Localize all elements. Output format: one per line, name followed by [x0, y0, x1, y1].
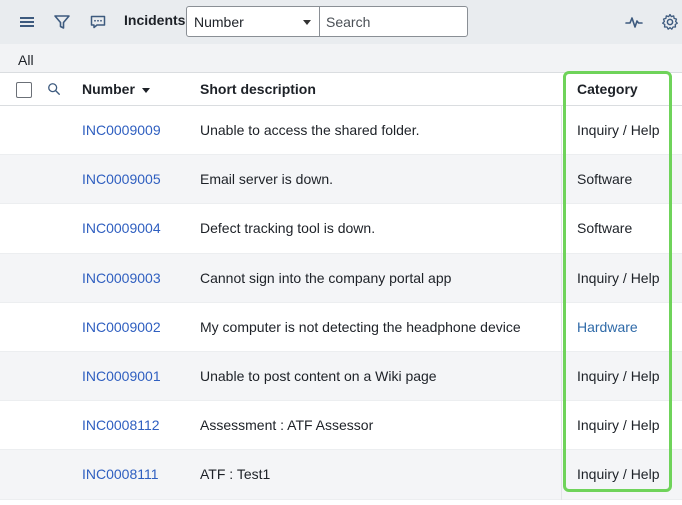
- category-cell: Inquiry / Help: [577, 367, 660, 384]
- dropdown-caret-icon: [303, 20, 311, 25]
- hamburger-menu-icon[interactable]: [17, 12, 37, 32]
- short-description-cell: Email server is down.: [200, 171, 334, 188]
- category-cell: Software: [577, 171, 633, 188]
- incident-number-link[interactable]: INC0008112: [82, 417, 160, 433]
- incident-number-link[interactable]: INC0009004: [82, 220, 161, 236]
- short-description-cell: Cannot sign into the company portal app: [200, 269, 452, 286]
- chat-icon[interactable]: [88, 12, 108, 32]
- select-all-checkbox[interactable]: [16, 82, 32, 98]
- table-row: INC0009003 Cannot sign into the company …: [0, 253, 682, 303]
- short-description-cell: ATF : Test1: [200, 466, 271, 483]
- sort-descending-icon: [141, 87, 150, 93]
- category-cell: Inquiry / Help: [577, 417, 660, 434]
- list-title: Incidents: [124, 12, 186, 28]
- breadcrumb: All: [0, 44, 682, 73]
- column-header-category[interactable]: Category: [577, 81, 638, 97]
- table-row: INC0009002 My computer is not detecting …: [0, 303, 682, 352]
- breadcrumb-all[interactable]: All: [18, 52, 34, 68]
- search-input[interactable]: [319, 6, 468, 37]
- incident-number-link[interactable]: INC0009003: [82, 270, 161, 286]
- short-description-cell: Unable to post content on a Wiki page: [200, 367, 437, 384]
- table-row: INC0008111 ATF : Test1 Inquiry / Help: [0, 450, 682, 500]
- gear-icon[interactable]: [660, 12, 680, 32]
- category-cell: Inquiry / Help: [577, 122, 660, 138]
- category-cell: Software: [577, 220, 633, 237]
- filter-icon[interactable]: [52, 12, 72, 32]
- category-cell: Inquiry / Help: [577, 466, 660, 483]
- column-header-short-description[interactable]: Short description: [200, 81, 316, 97]
- incident-number-link[interactable]: INC0009002: [82, 319, 161, 335]
- list-toolbar: Incidents Number: [0, 0, 682, 44]
- table-row: INC0009009 Unable to access the shared f…: [0, 106, 682, 156]
- table-row: INC0009001 Unable to post content on a W…: [0, 351, 682, 402]
- column-header-number-label: Number: [82, 81, 135, 97]
- category-cell: Inquiry / Help: [577, 269, 660, 286]
- table-row: INC0009005 Email server is down. Softwar…: [0, 155, 682, 205]
- short-description-cell: Unable to access the shared folder.: [200, 122, 420, 138]
- column-header-number[interactable]: Number: [82, 81, 150, 97]
- field-select-value: Number: [194, 14, 244, 30]
- short-description-cell: Defect tracking tool is down.: [200, 220, 376, 237]
- table-body: INC0009009 Unable to access the shared f…: [0, 106, 682, 500]
- field-select[interactable]: Number: [186, 6, 320, 37]
- short-description-cell: My computer is not detecting the headpho…: [200, 318, 521, 335]
- category-cell-link[interactable]: Hardware: [577, 319, 638, 335]
- table-row: INC0008112 Assessment : ATF Assessor Inq…: [0, 401, 682, 451]
- incident-number-link[interactable]: INC0009001: [82, 368, 161, 384]
- short-description-cell: Assessment : ATF Assessor: [200, 417, 374, 434]
- table-header: Number Short description Category: [0, 73, 682, 106]
- activity-pulse-icon[interactable]: [624, 12, 644, 32]
- incident-number-link[interactable]: INC0009009: [82, 122, 161, 138]
- column-divider: [561, 106, 562, 500]
- incident-number-link[interactable]: INC0009005: [82, 171, 161, 187]
- search-icon[interactable]: [47, 82, 61, 96]
- incident-number-link[interactable]: INC0008111: [82, 466, 159, 482]
- table-row: INC0009004 Defect tracking tool is down.…: [0, 204, 682, 254]
